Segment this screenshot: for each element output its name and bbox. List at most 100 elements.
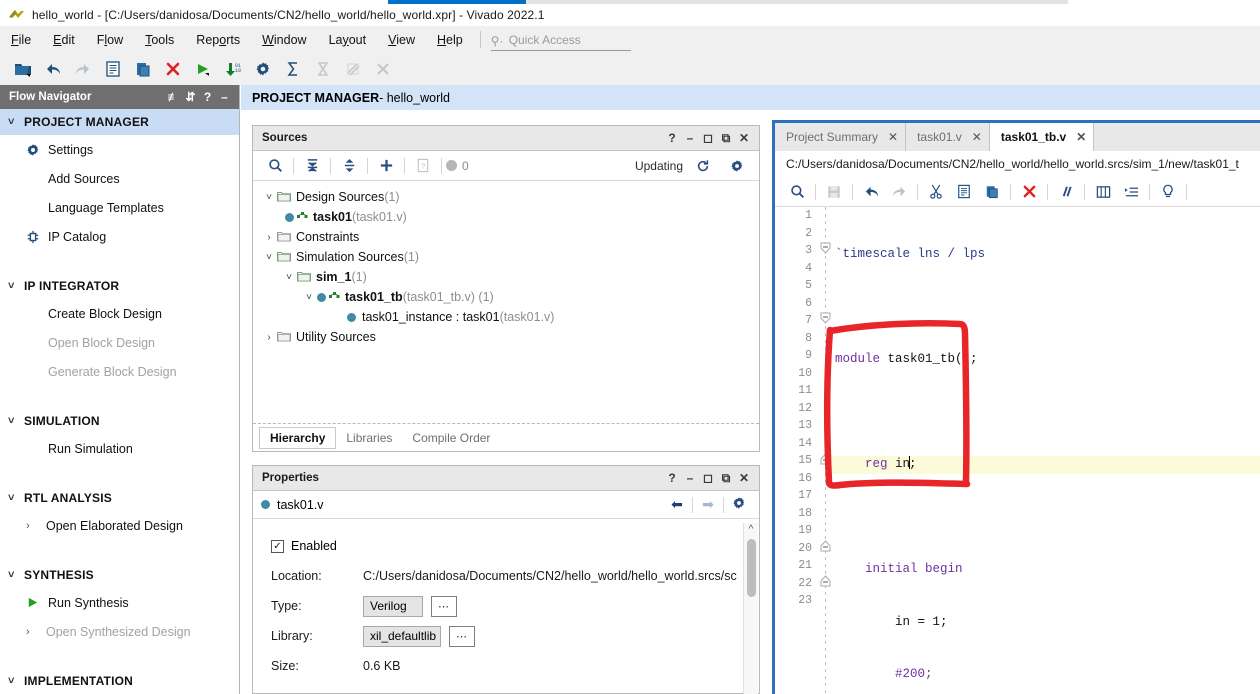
properties-scrollbar[interactable]: ^ [743, 523, 758, 694]
download-bitstream-icon[interactable]: 01 10 [218, 56, 248, 82]
float-icon[interactable]: ⧉ [717, 131, 735, 146]
tree-item-task01-instance[interactable]: task01_instance : task01 (task01.v) [257, 307, 759, 327]
cut-icon[interactable] [922, 180, 950, 204]
nav-item-add-sources[interactable]: Add Sources [0, 164, 239, 193]
help-icon[interactable]: ? [663, 131, 681, 145]
refresh-icon[interactable] [689, 154, 717, 178]
nav-item-create-block-design[interactable]: Create Block Design [0, 299, 239, 328]
close-icon[interactable]: ✕ [735, 131, 753, 145]
run-icon[interactable] [188, 56, 218, 82]
nav-item-run-simulation[interactable]: Run Simulation [0, 434, 239, 463]
tab-task01-tb-v[interactable]: task01_tb.v ✕ [989, 123, 1095, 151]
maximize-icon[interactable]: ◻ [699, 471, 717, 485]
comment-icon[interactable] [1052, 180, 1080, 204]
menu-reports[interactable]: Reports [185, 30, 251, 50]
close-icon[interactable]: ✕ [888, 130, 898, 144]
code-lines[interactable]: `timescale lns / lps module task01_tb();… [827, 211, 1260, 694]
nav-item-ip-catalog[interactable]: IP Catalog [0, 222, 239, 251]
fold-marker-line-22[interactable] [819, 574, 832, 587]
search-icon[interactable] [261, 154, 289, 178]
find-icon[interactable] [783, 180, 811, 204]
menu-help[interactable]: Help [426, 30, 474, 50]
report-sum-icon[interactable] [278, 56, 308, 82]
fold-marker-line-3[interactable] [819, 242, 832, 255]
delete-icon[interactable] [1015, 180, 1043, 204]
tree-item-task01-tb[interactable]: ˅ task01_tb (task01_tb.v) (1) [257, 287, 759, 307]
fold-marker-line-20[interactable] [819, 539, 832, 552]
close-icon[interactable]: ✕ [972, 130, 982, 144]
tab-libraries[interactable]: Libraries [336, 428, 402, 448]
menu-flow[interactable]: Flow [86, 30, 134, 50]
type-browse-button[interactable]: ⋯ [431, 595, 457, 617]
indent-icon[interactable] [1089, 180, 1117, 204]
minimize-icon[interactable]: – [216, 90, 233, 104]
type-field[interactable]: Verilog [363, 595, 423, 617]
scrollbar-thumb[interactable] [746, 539, 756, 597]
minimize-icon[interactable]: – [681, 131, 699, 145]
tab-hierarchy[interactable]: Hierarchy [259, 426, 337, 449]
gear-icon[interactable] [723, 154, 751, 178]
nav-section-project-manager[interactable]: ˅ PROJECT MANAGER [0, 109, 239, 135]
back-arrow-icon[interactable]: ⬅ [665, 496, 689, 513]
expand-all-icon[interactable] [335, 154, 363, 178]
hint-icon[interactable] [1154, 180, 1182, 204]
nav-item-settings[interactable]: Settings [0, 135, 239, 164]
tree-item-design-sources[interactable]: ˅ Design Sources (1) [257, 187, 759, 207]
library-field[interactable]: xil_defaultlib [363, 625, 441, 647]
tree-item-constraints[interactable]: › Constraints [257, 227, 759, 247]
enabled-checkbox[interactable]: ✓ [271, 539, 284, 553]
scroll-up-arrow-icon[interactable]: ^ [744, 523, 758, 537]
undo-icon[interactable] [857, 180, 885, 204]
paste-icon[interactable] [128, 56, 158, 82]
minimize-icon[interactable]: – [681, 471, 699, 485]
nav-section-ip-integrator[interactable]: ˅ IP INTEGRATOR [0, 273, 239, 299]
tab-task01-v[interactable]: task01.v ✕ [906, 123, 990, 151]
menu-tools[interactable]: Tools [134, 30, 185, 50]
tab-compile-order[interactable]: Compile Order [402, 428, 500, 448]
menu-window[interactable]: Window [251, 30, 317, 50]
tree-item-utility-sources[interactable]: › Utility Sources [257, 327, 759, 347]
tree-item-simulation-sources[interactable]: ˅ Simulation Sources (1) [257, 247, 759, 267]
code-area[interactable]: 1 2 3 4 5 6 7 8 9 10 11 12 13 14 15 16 1… [775, 207, 1260, 694]
properties-enabled-row[interactable]: ✓ Enabled [271, 531, 759, 561]
menu-edit[interactable]: Edit [42, 30, 86, 50]
paste-icon[interactable] [978, 180, 1006, 204]
help-icon[interactable]: ? [663, 471, 681, 485]
nav-item-language-templates[interactable]: Language Templates [0, 193, 239, 222]
nav-section-implementation[interactable]: ˅ IMPLEMENTATION [0, 668, 239, 694]
outdent-icon[interactable] [1117, 180, 1145, 204]
chevron-down-icon[interactable]: ˅ [301, 292, 317, 303]
open-project-icon[interactable] [8, 56, 38, 82]
nav-item-run-synthesis[interactable]: Run Synthesis [0, 588, 239, 617]
chevron-down-icon[interactable]: ˅ [261, 192, 277, 203]
nav-section-rtl-analysis[interactable]: ˅ RTL ANALYSIS [0, 485, 239, 511]
nav-item-open-elaborated-design[interactable]: › Open Elaborated Design [0, 511, 239, 540]
tab-project-summary[interactable]: Project Summary ✕ [775, 123, 907, 151]
maximize-icon[interactable]: ◻ [699, 131, 717, 145]
menu-layout[interactable]: Layout [318, 30, 378, 50]
close-icon[interactable]: ✕ [735, 471, 753, 485]
close-icon[interactable]: ✕ [1076, 130, 1086, 144]
collapse-all-icon[interactable]: ≢ [165, 90, 182, 104]
chevron-down-icon[interactable]: ˅ [261, 252, 277, 263]
delete-icon[interactable] [158, 56, 188, 82]
menu-file[interactable]: File [0, 30, 42, 50]
tree-item-sim-1[interactable]: ˅ sim_1 (1) [257, 267, 759, 287]
add-sources-icon[interactable] [372, 154, 400, 178]
copy-icon[interactable] [98, 56, 128, 82]
chevron-down-icon[interactable]: ˅ [281, 272, 297, 283]
help-icon[interactable]: ? [199, 90, 216, 104]
quick-access-input[interactable]: ⚲· Quick Access [490, 33, 631, 51]
collapse-all-icon[interactable] [298, 154, 326, 178]
undo-icon[interactable] [38, 56, 68, 82]
menu-view[interactable]: View [377, 30, 426, 50]
nav-section-simulation[interactable]: ˅ SIMULATION [0, 408, 239, 434]
expand-collapse-icon[interactable]: ⇵ [182, 90, 199, 104]
library-browse-button[interactable]: ⋯ [449, 625, 475, 647]
copy-icon[interactable] [950, 180, 978, 204]
chevron-right-icon[interactable]: › [261, 232, 277, 243]
gear-icon[interactable] [727, 496, 751, 513]
nav-section-synthesis[interactable]: ˅ SYNTHESIS [0, 562, 239, 588]
chevron-right-icon[interactable]: › [261, 332, 277, 343]
settings-icon[interactable] [248, 56, 278, 82]
